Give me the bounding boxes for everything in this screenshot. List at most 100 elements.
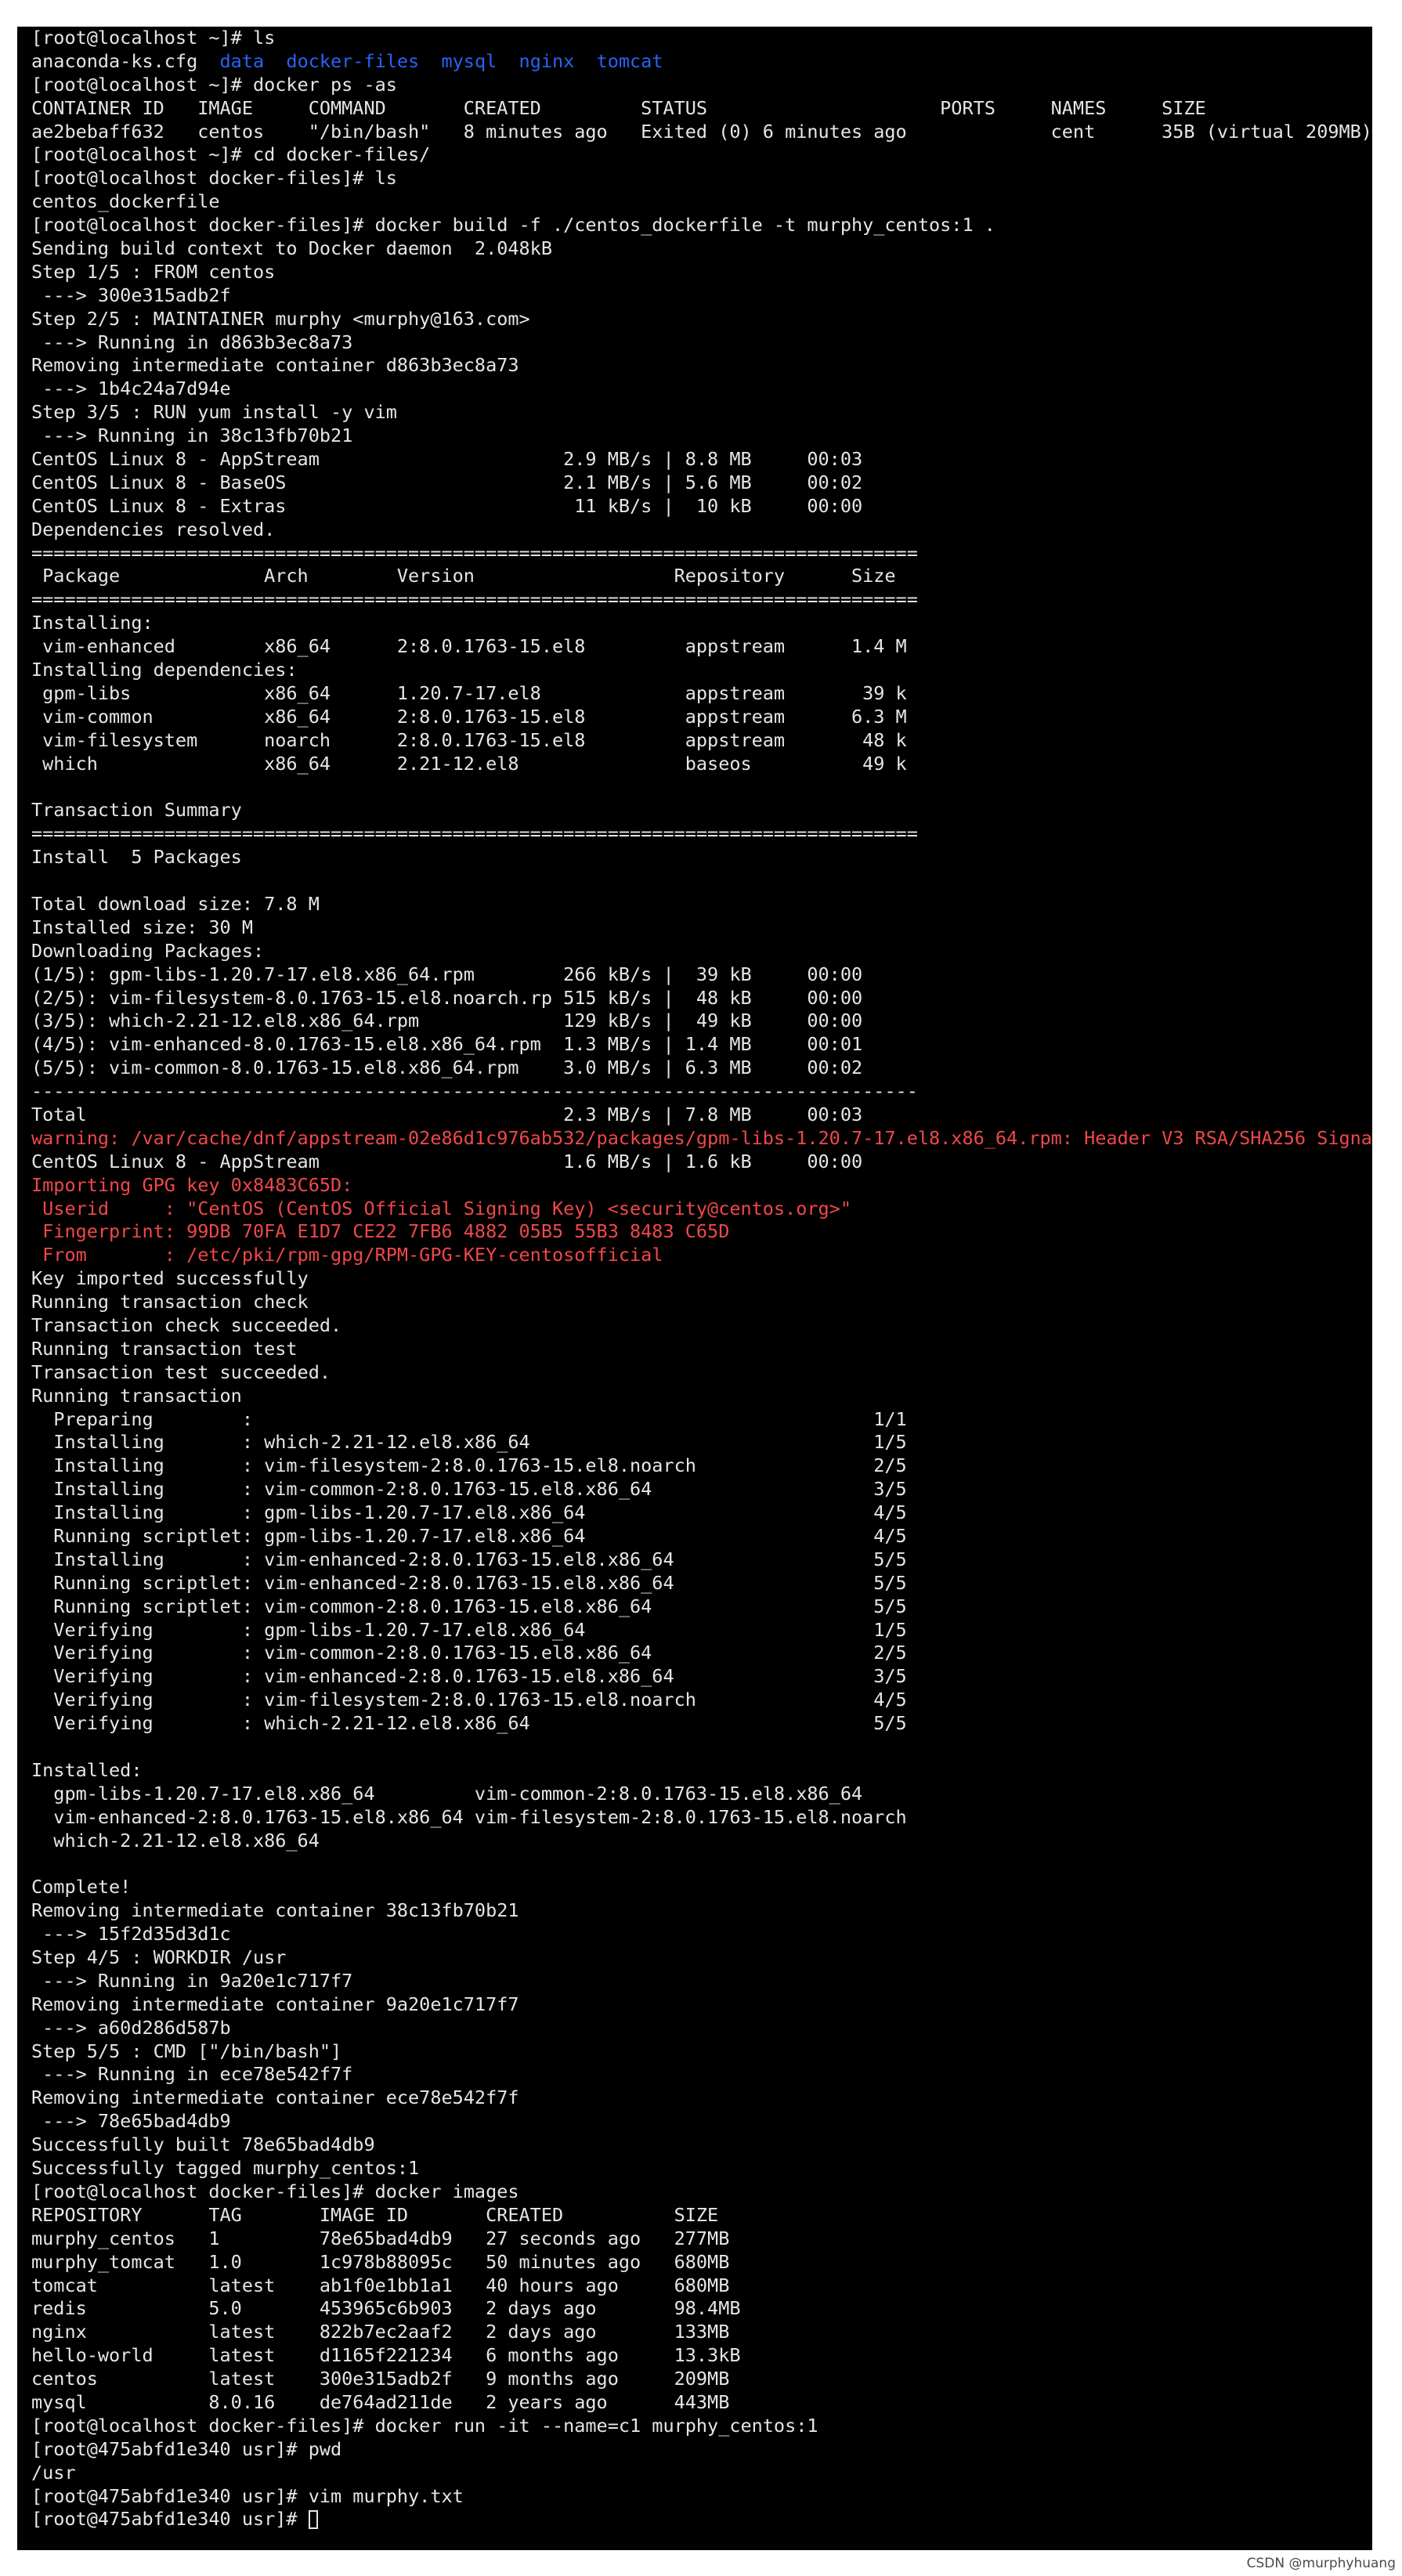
terminal-text: ---> Running in 38c13fb70b21 [31,425,353,447]
terminal-line: ---> Running in ece78e542f7f [31,2063,1372,2086]
terminal-line: (4/5): vim-enhanced-8.0.1763-15.el8.x86_… [31,1033,1372,1057]
terminal-text: Installing : vim-common-2:8.0.1763-15.el… [31,1478,907,1501]
terminal-text: Transaction Summary [31,799,242,822]
terminal-line: (5/5): vim-common-8.0.1763-15.el8.x86_64… [31,1057,1372,1080]
terminal-line: redis 5.0 453965c6b903 2 days ago 98.4MB [31,2297,1372,2321]
terminal-text: Successfully tagged murphy_centos:1 [31,2157,420,2180]
terminal-text: Total download size: 7.8 M [31,892,320,915]
terminal-text: ---> Running in 9a20e1c717f7 [31,1969,353,1992]
terminal-text: CentOS Linux 8 - AppStream 2.9 MB/s | 8.… [31,448,863,471]
terminal-line: Total download size: 7.8 M [31,893,1372,916]
terminal-text: ae2bebaff632 centos "/bin/bash" 8 minute… [31,120,1372,143]
terminal-text: Transaction check succeeded. [31,1313,342,1336]
terminal-text: [root@475abfd1e340 usr]# [31,2508,309,2531]
terminal-text: Installing dependencies: [31,659,298,681]
terminal-text: murphy_centos 1 78e65bad4db9 27 seconds … [31,2227,730,2249]
terminal-text: Running transaction check [31,1291,309,1313]
terminal-line: From : /etc/pki/rpm-gpg/RPM-GPG-KEY-cent… [31,1244,1372,1267]
terminal-text: Installed size: 30 M [31,916,253,938]
terminal-line: murphy_tomcat 1.0 1c978b88095c 50 minute… [31,2251,1372,2274]
terminal-text: Step 3/5 : RUN yum install -y vim [31,401,397,424]
terminal-line: ---> 15f2d35d3d1c [31,1923,1372,1946]
terminal-line: anaconda-ks.cfg data docker-files mysql … [31,50,1372,74]
terminal-line: [root@localhost ~]# cd docker-files/ [31,143,1372,167]
terminal-line: Package Arch Version Repository Size [31,565,1372,588]
terminal-line: vim-enhanced-2:8.0.1763-15.el8.x86_64 vi… [31,1806,1372,1830]
terminal-line: Installing : vim-common-2:8.0.1763-15.el… [31,1478,1372,1501]
terminal-line: Running transaction check [31,1291,1372,1314]
terminal-line: /usr [31,2462,1372,2485]
terminal-text: ---> Running in ece78e542f7f [31,2063,353,2086]
terminal-line: Installing : which-2.21-12.el8.x86_64 1/… [31,1431,1372,1454]
terminal-text: Complete! [31,1876,132,1899]
terminal-line: ---> 300e315adb2f [31,284,1372,308]
directory-name: docker-files [286,49,420,72]
terminal-text: Downloading Packages: [31,939,265,962]
terminal-text: Removing intermediate container ece78e54… [31,2086,519,2109]
terminal-text: [root@localhost docker-files]# docker im… [31,2180,519,2202]
terminal-text: Key imported successfully [31,1267,309,1290]
terminal-line: [root@localhost docker-files]# docker bu… [31,214,1372,237]
terminal-text: Dependencies resolved. [31,518,276,540]
terminal-line: ---> 1b4c24a7d94e [31,378,1372,401]
terminal-line: Step 4/5 : WORKDIR /usr [31,1946,1372,1970]
warning-text: Userid : "CentOS (CentOS Official Signin… [31,1197,851,1219]
directory-name: nginx [519,49,575,72]
terminal-text: ---> 300e315adb2f [31,284,231,306]
terminal-line: Removing intermediate container 38c13fb7… [31,1899,1372,1923]
terminal-text: tomcat latest ab1f0e1bb1a1 40 hours ago … [31,2274,730,2296]
terminal-line: centos latest 300e315adb2f 9 months ago … [31,2368,1372,2391]
terminal-text: (3/5): which-2.21-12.el8.x86_64.rpm 129 … [31,1010,863,1032]
terminal-line: (1/5): gpm-libs-1.20.7-17.el8.x86_64.rpm… [31,963,1372,987]
terminal-text: Step 5/5 : CMD ["/bin/bash"] [31,2039,342,2062]
terminal-line: Removing intermediate container ece78e54… [31,2086,1372,2110]
terminal-text: vim-filesystem noarch 2:8.0.1763-15.el8 … [31,728,907,751]
terminal-line: ========================================… [31,588,1372,612]
terminal-text: Installing: [31,612,154,634]
terminal-text: Sending build context to Docker daemon 2… [31,237,552,260]
terminal-text: which x86_64 2.21-12.el8 baseos 49 k [31,752,907,775]
terminal-text: (5/5): vim-common-8.0.1763-15.el8.x86_64… [31,1057,863,1079]
terminal-text: Step 1/5 : FROM centos [31,260,276,283]
terminal-line: Sending build context to Docker daemon 2… [31,237,1372,261]
terminal-line: Fingerprint: 99DB 70FA E1D7 CE22 7FB6 48… [31,1220,1372,1244]
terminal-text: [root@localhost docker-files]# docker ru… [31,2414,818,2437]
terminal-line: Installed size: 30 M [31,916,1372,940]
terminal-text: REPOSITORY TAG IMAGE ID CREATED SIZE [31,2203,719,2226]
terminal-text: [root@localhost ~]# docker ps -as [31,73,397,96]
terminal-line: Successfully tagged murphy_centos:1 [31,2157,1372,2180]
terminal-line: ========================================… [31,542,1372,565]
terminal-text: ========================================… [31,822,918,845]
terminal-line: (3/5): which-2.21-12.el8.x86_64.rpm 129 … [31,1010,1372,1033]
terminal-line: Successfully built 78e65bad4db9 [31,2133,1372,2157]
terminal-cursor[interactable] [308,2510,318,2530]
terminal-line: vim-filesystem noarch 2:8.0.1763-15.el8 … [31,729,1372,753]
terminal-line: Transaction test succeeded. [31,1361,1372,1385]
terminal-text: CentOS Linux 8 - BaseOS 2.1 MB/s | 5.6 M… [31,471,863,493]
terminal-output: [root@localhost ~]# ls anaconda-ks.cfg da… [31,27,1372,2531]
terminal-line: hello-world latest d1165f221234 6 months… [31,2344,1372,2368]
terminal-text: Removing intermediate container 9a20e1c7… [31,1993,519,2015]
terminal-text: Package Arch Version Repository Size [31,565,896,587]
terminal-line: Transaction Summary [31,799,1372,822]
terminal-text: [root@localhost ~]# cd docker-files/ [31,143,431,166]
terminal-text: centos latest 300e315adb2f 9 months ago … [31,2368,730,2390]
terminal-text: Verifying : which-2.21-12.el8.x86_64 5/5 [31,1712,907,1735]
terminal-text: ========================================… [31,588,918,611]
terminal-line: which x86_64 2.21-12.el8 baseos 49 k [31,753,1372,776]
terminal-window[interactable]: [root@localhost ~]# ls anaconda-ks.cfg da… [17,27,1372,2550]
terminal-text: Total 2.3 MB/s | 7.8 MB 00:03 [31,1103,863,1125]
terminal-text: which-2.21-12.el8.x86_64 [31,1829,320,1852]
terminal-line: vim-common x86_64 2:8.0.1763-15.el8 apps… [31,706,1372,729]
terminal-text: Step 4/5 : WORKDIR /usr [31,1946,287,1969]
terminal-text: ========================================… [31,541,918,564]
terminal-line: tomcat latest ab1f0e1bb1a1 40 hours ago … [31,2274,1372,2298]
terminal-line: Verifying : vim-enhanced-2:8.0.1763-15.e… [31,1665,1372,1689]
terminal-line: Running scriptlet: vim-enhanced-2:8.0.17… [31,1572,1372,1595]
